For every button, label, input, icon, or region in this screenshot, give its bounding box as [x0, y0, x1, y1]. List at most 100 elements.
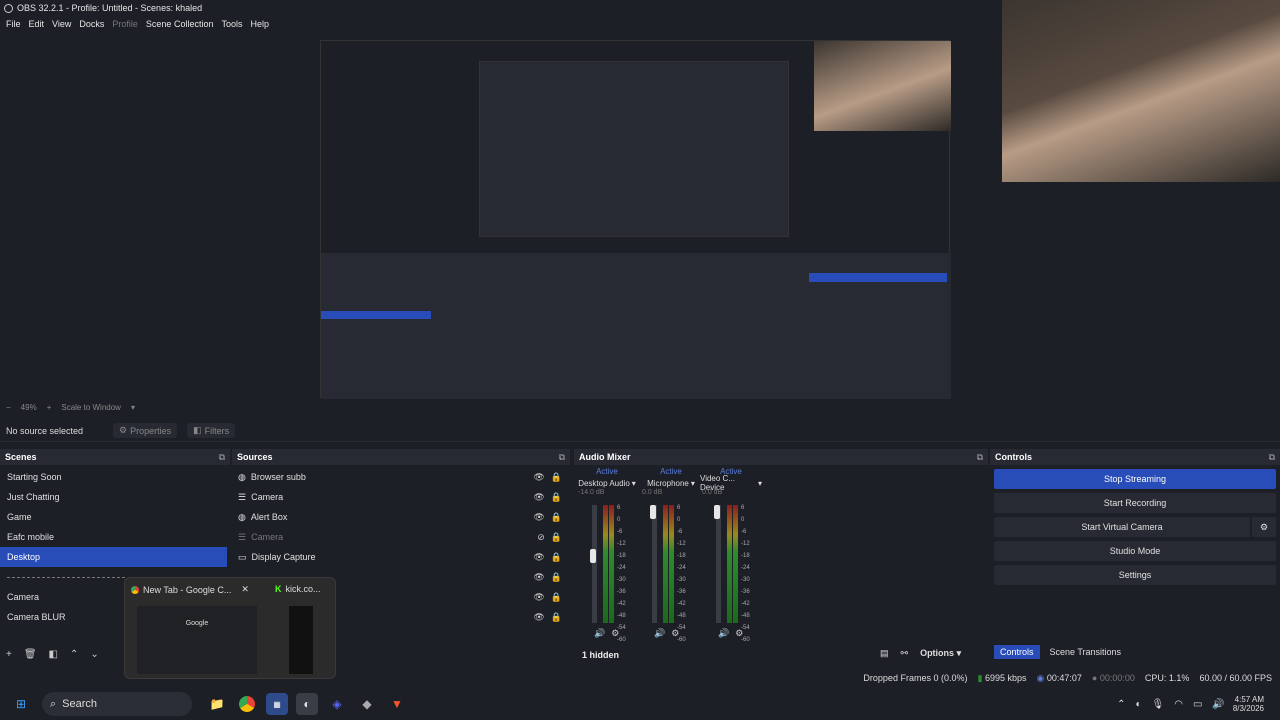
- gear-icon[interactable]: ⚙: [671, 628, 679, 639]
- dock-popout-icon[interactable]: ⧉: [1269, 452, 1275, 463]
- lock-icon[interactable]: 🔒: [551, 612, 562, 623]
- brave-icon[interactable]: ▼: [386, 693, 408, 715]
- tab-controls[interactable]: Controls: [994, 645, 1040, 659]
- filter-icon[interactable]: ◧: [49, 649, 58, 660]
- lock-icon[interactable]: 🔒: [551, 532, 562, 543]
- obs-taskbar-icon[interactable]: ◐: [296, 693, 318, 715]
- dropped-frames: Dropped Frames 0 (0.0%): [863, 673, 968, 683]
- eye-hidden-icon[interactable]: ⊘: [537, 532, 545, 543]
- zoom-mode[interactable]: Scale to Window: [61, 403, 121, 412]
- fader-track: [652, 505, 657, 623]
- app2-icon[interactable]: ◆: [356, 693, 378, 715]
- properties-button[interactable]: ⚙ Properties: [113, 423, 178, 438]
- menu-profile[interactable]: Profile: [108, 19, 142, 29]
- studio-mode-button[interactable]: Studio Mode: [994, 541, 1276, 561]
- obs-tray-icon[interactable]: ◐: [1135, 699, 1141, 710]
- speaker-icon[interactable]: 🔊: [654, 628, 665, 639]
- channel-label[interactable]: Desktop Audio ▾: [576, 477, 638, 489]
- chrome-icon[interactable]: [236, 693, 258, 715]
- windows-start-icon[interactable]: ⊞: [10, 693, 32, 715]
- layout-icon[interactable]: ▤: [880, 648, 889, 659]
- zoom-out-icon[interactable]: −: [6, 403, 11, 412]
- source-item[interactable]: ☰ Camera 👁 🔒: [232, 487, 570, 507]
- channel-status: Active: [660, 467, 682, 476]
- dock-popout-icon[interactable]: ⧉: [559, 452, 565, 463]
- menu-docks[interactable]: Docks: [75, 19, 108, 29]
- source-item[interactable]: ◍ Browser subb 👁 🔒: [232, 467, 570, 487]
- fader-track: [716, 505, 721, 623]
- virtual-camera-settings-button[interactable]: ⚙: [1252, 517, 1276, 537]
- lock-icon[interactable]: 🔒: [551, 492, 562, 503]
- chevron-down-icon: ▾: [690, 478, 695, 488]
- source-item[interactable]: ▭ Display Capture 👁 🔒: [232, 547, 570, 567]
- scene-item[interactable]: Starting Soon: [0, 467, 230, 487]
- start-virtual-camera-button[interactable]: Start Virtual Camera: [994, 517, 1250, 537]
- gear-icon[interactable]: ⚙: [735, 628, 743, 639]
- eye-icon[interactable]: 👁: [533, 512, 544, 523]
- app-icon[interactable]: ▦: [266, 693, 288, 715]
- lock-icon[interactable]: 🔒: [551, 572, 562, 583]
- scene-item-selected[interactable]: Desktop: [0, 547, 227, 567]
- link-icon[interactable]: ⚯: [901, 648, 909, 659]
- volume-fader[interactable]: [650, 505, 656, 519]
- move-down-icon[interactable]: ⌄: [90, 649, 98, 660]
- menu-help[interactable]: Help: [246, 19, 273, 29]
- lock-icon[interactable]: 🔒: [551, 552, 562, 563]
- speaker-tray-icon[interactable]: 🔊: [1212, 699, 1224, 710]
- chevron-down-icon: ▾: [757, 478, 762, 488]
- taskbar-preview-popup[interactable]: New Tab - Google C... ✕ K kick.co... Goo…: [124, 577, 336, 679]
- trash-icon[interactable]: 🗑: [24, 649, 37, 660]
- monitor-tray-icon[interactable]: ▭: [1193, 699, 1202, 710]
- speaker-icon[interactable]: 🔊: [594, 628, 605, 639]
- lock-icon[interactable]: 🔒: [551, 592, 562, 603]
- source-item[interactable]: ☰ Camera ⊘ 🔒: [232, 527, 570, 547]
- menu-tools[interactable]: Tools: [217, 19, 246, 29]
- chevron-up-icon[interactable]: ⌃: [1117, 699, 1125, 710]
- popup-tab2[interactable]: K kick.co...: [275, 584, 321, 594]
- chevron-down-icon[interactable]: ▾: [131, 403, 135, 412]
- start-recording-button[interactable]: Start Recording: [994, 493, 1276, 513]
- scene-item[interactable]: Eafc mobile: [0, 527, 230, 547]
- taskbar-search[interactable]: ⌕ Search: [42, 692, 192, 716]
- menu-edit[interactable]: Edit: [25, 19, 49, 29]
- menu-file[interactable]: File: [2, 19, 25, 29]
- channel-label[interactable]: Video C... Device ▾: [700, 474, 762, 492]
- scene-item[interactable]: Game: [0, 507, 230, 527]
- dock-popout-icon[interactable]: ⧉: [219, 452, 225, 463]
- options-button[interactable]: Options ▾: [920, 648, 961, 659]
- zoom-in-icon[interactable]: +: [47, 403, 52, 412]
- channel-label[interactable]: Microphone ▾: [640, 477, 702, 489]
- source-item[interactable]: ◍ Alert Box 👁 🔒: [232, 507, 570, 527]
- move-up-icon[interactable]: ⌃: [70, 649, 78, 660]
- mic-icon[interactable]: 🎙: [1152, 699, 1165, 710]
- eye-icon[interactable]: 👁: [533, 472, 544, 483]
- close-icon[interactable]: ✕: [241, 584, 249, 595]
- tab-scene-transitions[interactable]: Scene Transitions: [1044, 645, 1128, 659]
- volume-fader[interactable]: [590, 549, 596, 563]
- volume-fader[interactable]: [714, 505, 720, 519]
- eye-icon[interactable]: 👁: [533, 592, 544, 603]
- menu-view[interactable]: View: [48, 19, 75, 29]
- scene-item[interactable]: Just Chatting: [0, 487, 230, 507]
- wifi-icon[interactable]: ◠: [1174, 699, 1183, 710]
- gear-icon[interactable]: ⚙: [611, 628, 619, 639]
- channel-name: Microphone: [647, 478, 689, 488]
- dock-popout-icon[interactable]: ⧉: [977, 452, 983, 463]
- popup-tab2-title: kick.co...: [285, 584, 321, 594]
- settings-button[interactable]: Settings: [994, 565, 1276, 585]
- eye-icon[interactable]: 👁: [533, 492, 544, 503]
- eye-icon[interactable]: 👁: [533, 612, 544, 623]
- menu-scene-collection[interactable]: Scene Collection: [142, 19, 218, 29]
- clock[interactable]: 4:57 AM 8/3/2026: [1233, 695, 1264, 713]
- discord-icon[interactable]: ◈: [326, 693, 348, 715]
- speaker-icon[interactable]: 🔊: [718, 628, 729, 639]
- eye-icon[interactable]: 👁: [533, 572, 544, 583]
- eye-icon[interactable]: 👁: [533, 552, 544, 563]
- popup-tab1[interactable]: New Tab - Google C... ✕: [131, 584, 249, 595]
- add-icon[interactable]: +: [6, 649, 12, 660]
- filters-button[interactable]: ◧ Filters: [187, 423, 236, 438]
- lock-icon[interactable]: 🔒: [551, 512, 562, 523]
- lock-icon[interactable]: 🔒: [551, 472, 562, 483]
- file-explorer-icon[interactable]: 📁: [206, 693, 228, 715]
- stop-streaming-button[interactable]: Stop Streaming: [994, 469, 1276, 489]
